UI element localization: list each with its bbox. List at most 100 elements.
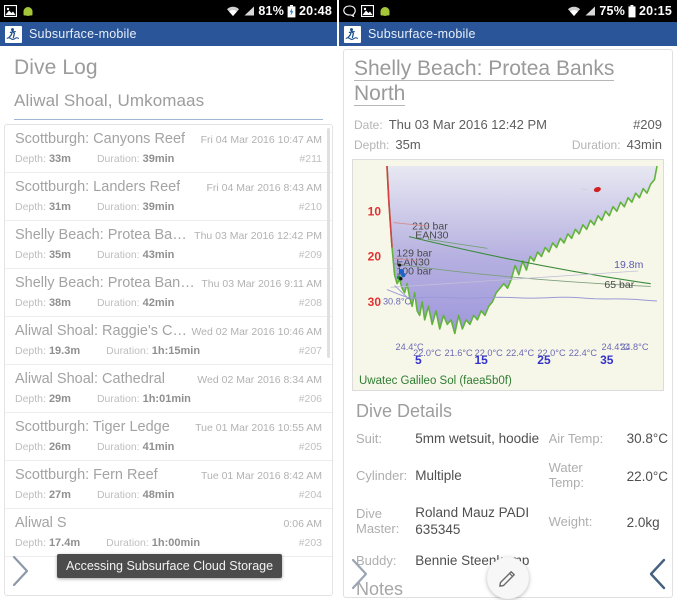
- dive-list-item[interactable]: Aliwal Shoal: Cathedral Wed 02 Mar 2016 8…: [5, 365, 332, 413]
- duration-label: Duration:: [106, 537, 149, 549]
- depth-value: 26m: [48, 441, 71, 453]
- svg-text:22.4°C: 22.4°C: [569, 348, 598, 358]
- dive-list-item[interactable]: Scottburgh: Fern Reef Tue 01 Mar 2016 8:4…: [5, 461, 332, 509]
- toast-message: Accessing Subsurface Cloud Storage: [57, 554, 283, 578]
- list-scrollbar[interactable]: [327, 126, 331, 595]
- dive-list-item[interactable]: Shelly Beach: Protea Banks So...Thu 03 M…: [5, 269, 332, 317]
- edit-fab-button[interactable]: [487, 557, 529, 599]
- duration-label: Duration:: [96, 297, 140, 309]
- dive-details-table: Suit: 5mm wetsuit, hoodie Air Temp: 30.8°C C…: [344, 424, 672, 577]
- dive-list-item[interactable]: Aliwal S 0:06 AM Depth: 17.4m Duration: 1h:00…: [5, 509, 332, 557]
- status-system-icons-right: 75% 20:15: [567, 4, 672, 18]
- signal-icon: [243, 5, 255, 17]
- detail-label: Suit:: [356, 430, 383, 446]
- dive-date: Tue 01 Mar 2016 10:55 AM: [195, 422, 322, 434]
- duration-label: Duration:: [96, 441, 140, 453]
- dive-log-header: Dive Log Aliwal Shoal, Umkomaas: [0, 46, 337, 120]
- dive-list-item[interactable]: Shelly Beach: Protea Banks N...Thu 03 Ma…: [5, 221, 332, 269]
- svg-text:22.0°C: 22.0°C: [413, 348, 442, 358]
- page-subtitle: Aliwal Shoal, Umkomaas: [14, 91, 205, 110]
- dive-date: Fri 04 Mar 2016 8:43 AM: [206, 182, 322, 194]
- dive-list-card[interactable]: Scottburgh: Canyons Reef Fri 04 Mar 2016 …: [4, 124, 333, 596]
- clock-right: 20:15: [639, 4, 672, 18]
- subsurface-diver-icon[interactable]: [344, 25, 361, 43]
- duration-value: 41min: [142, 441, 175, 453]
- detail-label-2: Weight:: [548, 513, 593, 529]
- dive-depth-row: Depth: 35m Duration: 43min: [354, 137, 662, 152]
- dive-list-item[interactable]: Scottburgh: Tiger Ledge Tue 01 Mar 2016 1…: [5, 413, 332, 461]
- dive-item-bottom: Depth: 31m Duration: 39min #210: [15, 201, 322, 213]
- dive-date: Thu 03 Mar 2016 12:42 PM: [194, 230, 322, 242]
- dive-list-item[interactable]: Scottburgh: Landers Reef Fri 04 Mar 2016 …: [5, 173, 332, 221]
- duration-value: 43min: [626, 136, 662, 152]
- android-status-bar-right: 75% 20:15: [339, 0, 677, 22]
- dive-number: #210: [298, 201, 322, 213]
- depth-label: Depth:: [15, 345, 46, 357]
- depth-value: 35m: [395, 136, 421, 152]
- dive-item-bottom: Depth: 35m Duration: 43min #209: [15, 249, 322, 261]
- dive-item-top: Scottburgh: Canyons Reef Fri 04 Mar 2016 …: [15, 131, 322, 147]
- duration-label: Duration:: [106, 345, 149, 357]
- duration-label: Duration:: [96, 393, 140, 405]
- dive-details-body: Suit: 5mm wetsuit, hoodie Air Temp: 30.8°C C…: [344, 424, 672, 577]
- dual-screenshot-container: 81% 20:48 Subsurface-mobile Dive Log Ali: [0, 0, 677, 600]
- duration-label: Duration:: [96, 489, 140, 501]
- dive-details-page: Shelly Beach: Protea Banks North Date: T…: [339, 49, 677, 600]
- depth-value: 33m: [48, 153, 71, 165]
- dive-item-top: Shelly Beach: Protea Banks N...Thu 03 Ma…: [15, 227, 322, 243]
- page-title: Dive Log: [14, 56, 98, 79]
- dive-list-item[interactable]: Scottburgh: Canyons Reef Fri 04 Mar 2016 …: [5, 125, 332, 173]
- svg-text:19.8m: 19.8m: [614, 258, 643, 270]
- duration-wrap: Duration: 43min: [572, 137, 662, 152]
- android-icon: [379, 5, 391, 17]
- detail-label-2: Air Temp:: [548, 430, 604, 446]
- depth-value: 35m: [48, 249, 71, 261]
- duration-value: 43min: [142, 249, 175, 261]
- dive-number: #203: [298, 537, 322, 549]
- duration-label: Duration:: [96, 249, 140, 261]
- depth-value: 17.4m: [48, 537, 81, 549]
- svg-text:22.0°C: 22.0°C: [537, 348, 566, 358]
- duration-value: 39min: [142, 201, 175, 213]
- list-scrollbar-thumb[interactable]: [327, 128, 330, 358]
- nav-prev-button-right[interactable]: [641, 553, 675, 595]
- dive-site-name: Shelly Beach: Protea Banks So...: [15, 275, 201, 291]
- dive-item-top: Aliwal S 0:06 AM: [15, 515, 322, 531]
- dive-details-heading: Dive Details: [356, 400, 453, 421]
- svg-text:20: 20: [368, 249, 382, 263]
- battery-icon: [628, 4, 636, 18]
- svg-text:22.0°C: 22.0°C: [475, 348, 504, 358]
- dive-number: #206: [298, 393, 322, 405]
- detail-value-2: 2.0kg: [626, 514, 660, 530]
- detail-label: Cylinder:: [356, 467, 408, 483]
- duration-value: 39min: [142, 153, 175, 165]
- depth-label: Depth:: [15, 537, 46, 549]
- dive-number: #205: [298, 441, 322, 453]
- dive-list-item[interactable]: Aliwal Shoal: Raggie's Cave Wed 02 Mar 20…: [5, 317, 332, 365]
- dive-item-top: Shelly Beach: Protea Banks So...Thu 03 M…: [15, 275, 322, 291]
- depth-label: Depth:: [15, 297, 46, 309]
- depth-value: 19.3m: [48, 345, 81, 357]
- duration-label: Duration:: [96, 153, 140, 165]
- dive-number: #207: [298, 345, 322, 357]
- subsurface-diver-icon[interactable]: [5, 25, 22, 43]
- nav-next-button-right[interactable]: [343, 553, 377, 595]
- svg-text:24.8°C: 24.8°C: [620, 342, 649, 352]
- dive-site-name: Scottburgh: Canyons Reef: [15, 131, 186, 147]
- dive-details-card: Shelly Beach: Protea Banks North Date: T…: [343, 49, 673, 598]
- screen-dive-list: 81% 20:48 Subsurface-mobile Dive Log Ali: [0, 0, 339, 600]
- dive-site-name: Aliwal Shoal: Cathedral: [15, 371, 165, 387]
- duration-value: 1h:01min: [142, 393, 191, 405]
- nav-next-button-left[interactable]: [4, 550, 38, 592]
- image-icon: [4, 5, 17, 17]
- svg-text:10: 10: [368, 204, 382, 218]
- dive-item-bottom: Depth: 29m Duration: 1h:01min #206: [15, 393, 322, 405]
- dive-list[interactable]: Scottburgh: Canyons Reef Fri 04 Mar 2016 …: [5, 125, 332, 557]
- duration-value: 1h:15min: [151, 345, 201, 357]
- date-label: Date:: [354, 117, 383, 132]
- app-title-right: Subsurface-mobile: [368, 27, 476, 41]
- dive-site-name: Scottburgh: Landers Reef: [15, 179, 181, 195]
- dive-profile-chart[interactable]: 10 20 30 5 15 25 35 19.8m 210 bar EAN30 129 bar EAN…: [352, 158, 664, 391]
- dive-date: Fri 04 Mar 2016 10:47 AM: [200, 134, 322, 146]
- depth-value: 31m: [48, 201, 71, 213]
